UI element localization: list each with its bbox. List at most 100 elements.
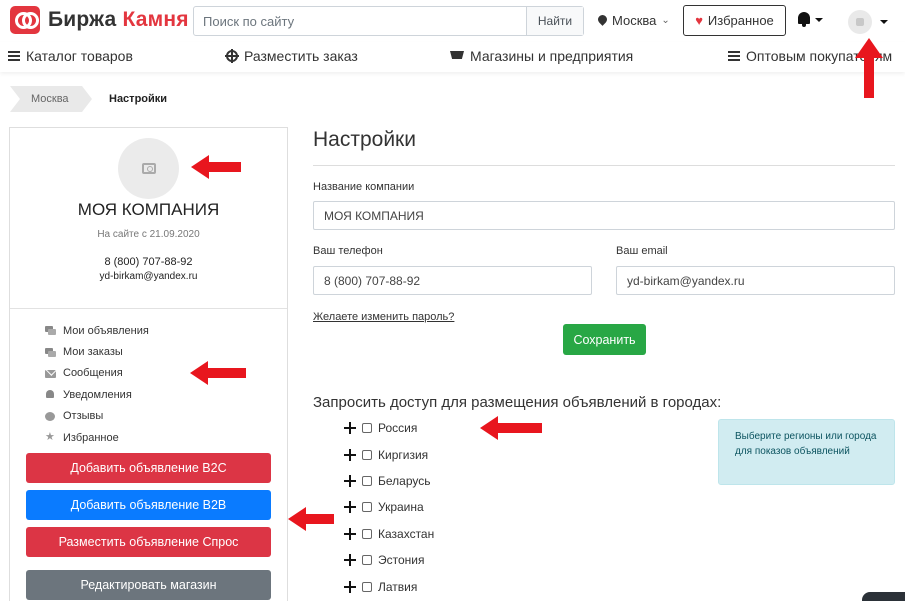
favorites-button[interactable]: ♥ Избранное (683, 5, 786, 36)
map-pin-icon (598, 15, 607, 27)
nav-catalog[interactable]: Каталог товаров (8, 48, 133, 64)
breadcrumb: Москва Настройки (10, 86, 167, 112)
expand-plus-icon[interactable] (344, 580, 356, 593)
country-label: Россия (378, 421, 418, 436)
phone-field[interactable] (313, 266, 592, 295)
menu-item-messages[interactable]: Сообщения (45, 363, 149, 384)
crosshair-icon (225, 49, 239, 63)
annotation-arrow-left-icon (480, 416, 542, 440)
chat-icon (45, 347, 56, 357)
comment-icon (45, 411, 56, 421)
search-bar: Найти (193, 6, 584, 36)
country-checkbox[interactable] (362, 502, 372, 513)
company-photo-upload[interactable] (118, 138, 179, 199)
nav-place-order-label: Разместить заказ (244, 48, 358, 64)
expand-plus-icon[interactable] (344, 422, 356, 435)
menu-item-label: Мои заказы (63, 346, 123, 359)
bell-icon (797, 12, 811, 27)
search-input[interactable] (194, 7, 526, 35)
chat-icon (45, 326, 56, 336)
cart-icon (450, 51, 464, 59)
breadcrumb-current: Настройки (109, 93, 168, 105)
nav-shops-label: Магазины и предприятия (470, 48, 634, 64)
divider (313, 165, 895, 166)
star-icon: ★ (45, 431, 55, 444)
expand-plus-icon[interactable] (344, 448, 356, 461)
add-b2c-ad-button[interactable]: Добавить объявление B2C (26, 453, 271, 483)
site-logo[interactable]: Биржа Камня (10, 6, 189, 34)
country-label: Украина (378, 500, 424, 515)
menu-item-my-orders[interactable]: Мои заказы (45, 341, 149, 362)
city-selector[interactable]: Москва ⌄ (598, 13, 670, 28)
site-header: Биржа Камня Найти Москва ⌄ ♥ Избранное (0, 0, 905, 42)
company-name-field[interactable] (313, 201, 895, 230)
expand-plus-icon[interactable] (344, 474, 356, 487)
expand-plus-icon[interactable] (344, 501, 356, 514)
profile-menu: Мои объявления Мои заказы Сообщения Увед… (45, 320, 149, 448)
chevron-down-icon: ⌄ (661, 15, 670, 26)
mail-icon (45, 369, 56, 378)
logo-text-main: Биржа (48, 8, 117, 31)
expand-plus-icon[interactable] (344, 554, 356, 567)
nav-shops[interactable]: Магазины и предприятия (450, 48, 633, 64)
city-label: Москва (612, 13, 657, 28)
add-demand-ad-button[interactable]: Разместить объявление Спрос (26, 527, 271, 557)
email-label: Ваш email (616, 245, 668, 257)
country-checkbox[interactable] (362, 555, 372, 566)
camera-icon (141, 163, 156, 174)
caret-down-icon (815, 17, 823, 22)
annotation-arrow-left-icon (288, 507, 334, 531)
menu-item-label: Отзывы (63, 410, 104, 423)
email-field[interactable] (616, 266, 895, 295)
country-checkbox[interactable] (362, 528, 372, 539)
avatar-placeholder-icon (856, 18, 864, 26)
save-button[interactable]: Сохранить (563, 324, 646, 355)
logo-icon (10, 6, 40, 34)
country-item: Россия (344, 415, 434, 441)
chat-widget[interactable] (862, 592, 905, 601)
country-label: Беларусь (378, 473, 431, 488)
annotation-arrow-left-icon (191, 155, 241, 179)
expand-plus-icon[interactable] (344, 527, 356, 540)
menu-item-notifications[interactable]: Уведомления (45, 384, 149, 405)
search-button[interactable]: Найти (526, 7, 583, 35)
menu-item-favorites[interactable]: ★ Избранное (45, 427, 149, 448)
page-title: Настройки (313, 128, 416, 151)
menu-item-label: Уведомления (63, 388, 132, 401)
menu-item-label: Сообщения (63, 367, 123, 380)
annotation-arrow-up-icon (855, 38, 883, 98)
nav-catalog-label: Каталог товаров (26, 48, 133, 64)
breadcrumb-home[interactable]: Москва (10, 86, 92, 112)
change-password-link[interactable]: Желаете изменить пароль? (313, 311, 454, 323)
country-item: Украина (344, 494, 434, 520)
menu-icon (728, 51, 740, 61)
divider (10, 308, 287, 309)
country-checkbox[interactable] (362, 475, 372, 486)
heart-icon: ♥ (695, 13, 703, 28)
country-checkbox[interactable] (362, 449, 372, 460)
company-phone: 8 (800) 707-88-92 (104, 256, 193, 268)
menu-icon (8, 51, 20, 61)
add-b2b-ad-button[interactable]: Добавить объявление B2B (26, 490, 271, 520)
nav-place-order[interactable]: Разместить заказ (225, 48, 358, 64)
menu-item-label: Избранное (63, 431, 119, 444)
annotation-arrow-left-icon (190, 361, 246, 385)
menu-item-reviews[interactable]: Отзывы (45, 406, 149, 427)
member-since: На сайте с 21.09.2020 (97, 229, 200, 240)
user-menu[interactable] (848, 10, 888, 34)
menu-item-my-ads[interactable]: Мои объявления (45, 320, 149, 341)
country-label: Эстония (378, 553, 425, 568)
country-label: Казахстан (378, 526, 435, 541)
company-email: yd-birkam@yandex.ru (99, 271, 198, 282)
bell-icon (45, 390, 56, 399)
country-label: Киргизия (378, 447, 429, 462)
country-checkbox[interactable] (362, 423, 372, 434)
edit-shop-button[interactable]: Редактировать магазин (26, 570, 271, 600)
notifications-dropdown[interactable] (797, 12, 823, 27)
country-item: Киргизия (344, 441, 434, 467)
avatar (848, 10, 872, 34)
country-checkbox[interactable] (362, 581, 372, 592)
phone-label: Ваш телефон (313, 245, 383, 257)
country-item: Латвия (344, 573, 434, 599)
favorites-label: Избранное (707, 13, 774, 28)
